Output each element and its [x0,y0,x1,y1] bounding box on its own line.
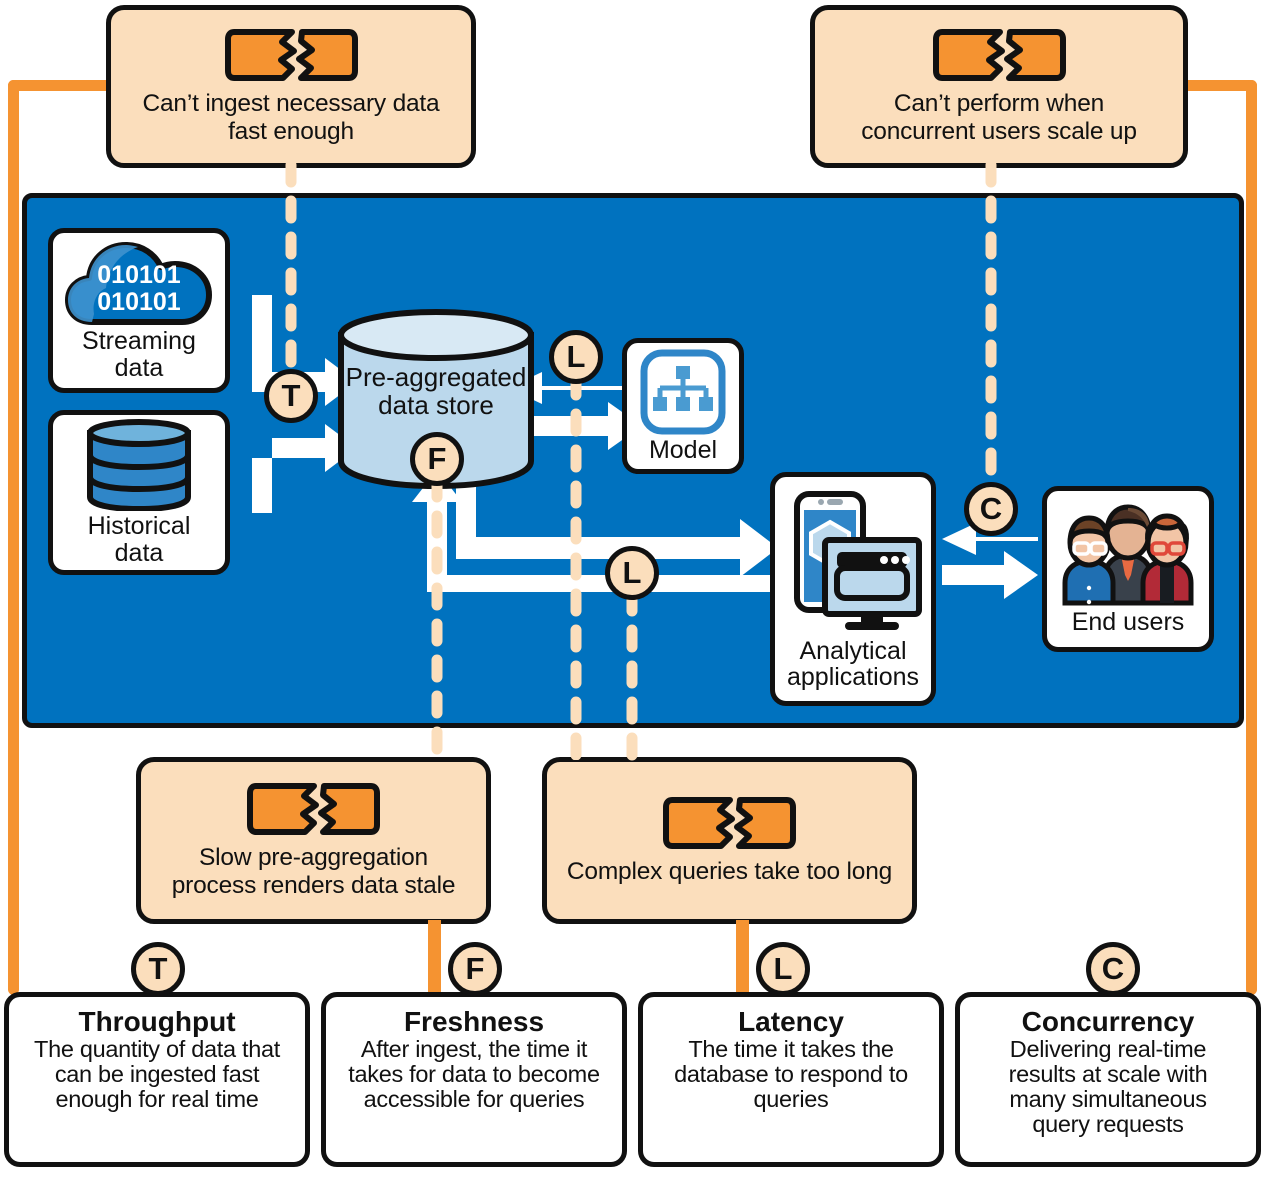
node-streaming-data[interactable]: 010101 010101 Streaming data [48,228,230,393]
node-historical-data[interactable]: Historical data [48,410,230,575]
badge-concurrency-users: C [964,482,1018,536]
badge-card-latency: L [756,942,810,996]
hierarchy-icon [640,349,726,435]
dashed-connector-freshness [431,442,443,762]
badge-throughput-ingest: T [264,369,318,423]
definition-title-latency: Latency [738,1006,844,1037]
node-model[interactable]: Model [622,338,744,474]
node-endusers-label: End users [1071,607,1185,636]
cloud-data-icon: 010101 010101 [65,242,212,326]
database-icon [87,419,191,512]
definition-title-freshness: Freshness [403,1006,545,1037]
definition-title-throughput: Throughput [78,1006,236,1037]
diagram-canvas: Pre-aggregated data store 010101 010101 … [0,0,1265,1177]
definition-desc-latency: The time it takes the database to respon… [674,1036,908,1113]
dashed-connector-concurrency [985,163,997,493]
badge-card-concurrency: C [1086,942,1140,996]
definition-card-throughput[interactable]: Throughput The quantity of data that can… [4,992,310,1167]
people-group-icon [1062,504,1194,606]
definition-card-freshness[interactable]: Freshness After ingest, the time it take… [321,992,627,1167]
badge-card-throughput: T [131,942,185,996]
node-apps-label: Analytical applications [786,636,920,691]
definition-desc-concurrency: Delivering real-time results at scale wi… [1008,1036,1208,1138]
binary-line-2: 010101 [97,288,181,316]
binary-line-1: 010101 [97,261,181,289]
devices-icon [794,490,922,630]
definition-desc-freshness: After ingest, the time it takes for data… [348,1036,600,1113]
definition-desc-throughput: The quantity of data that can be ingeste… [34,1036,280,1113]
definition-card-latency[interactable]: Latency The time it takes the database t… [638,992,944,1167]
badge-latency-model: L [549,330,603,384]
node-historical-label: Historical data [87,512,191,567]
node-model-label: Model [648,435,718,464]
definition-card-concurrency[interactable]: Concurrency Delivering real-time results… [955,992,1261,1167]
node-streaming-label: Streaming data [82,327,196,382]
node-analytical-applications[interactable]: Analytical applications [770,472,936,706]
badge-card-freshness: F [448,942,502,996]
badge-latency-apps: L [605,546,659,600]
node-end-users[interactable]: End users [1042,486,1214,652]
badge-freshness-store: F [410,432,464,486]
dashed-connector-ingest [285,163,297,378]
definition-title-concurrency: Concurrency [1021,1006,1195,1037]
dashed-connector-latency-model [570,340,582,760]
